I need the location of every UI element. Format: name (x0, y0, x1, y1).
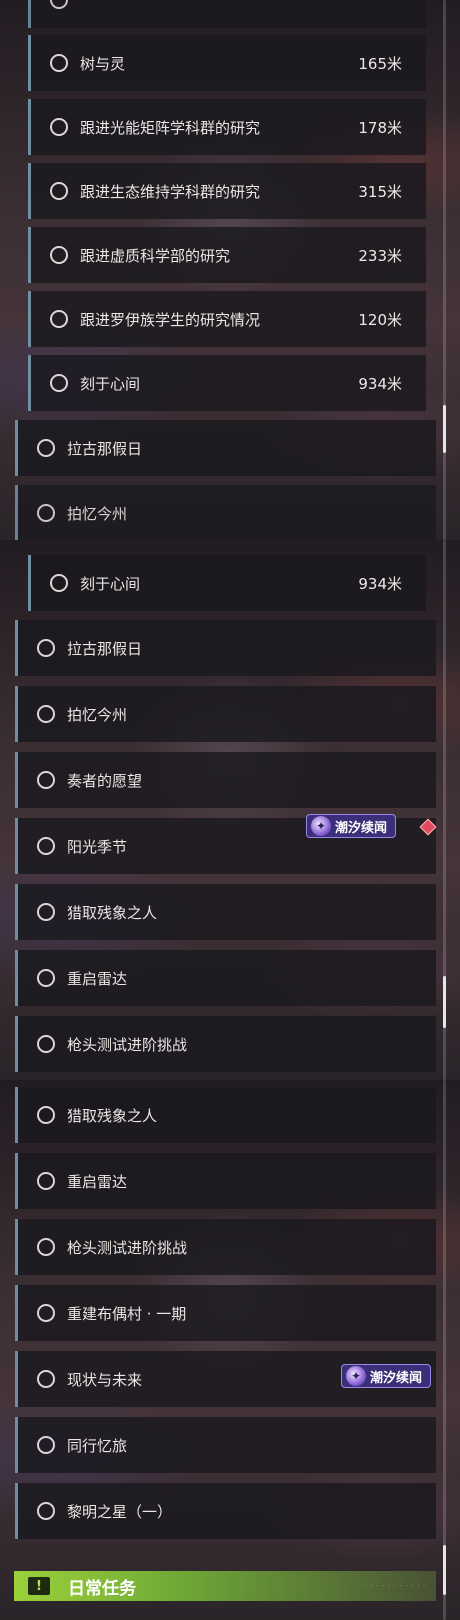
radio-circle-icon (37, 1035, 55, 1053)
radio-circle-icon (37, 639, 55, 657)
quest-row[interactable]: 拉古那假日 (15, 420, 436, 476)
scrollbar-track[interactable] (443, 540, 446, 1080)
quest-title: 拉古那假日 (67, 439, 143, 458)
quest-row[interactable]: 树与灵 165米 (28, 35, 426, 91)
radio-circle-icon (50, 246, 68, 264)
quest-title: 重启雷达 (67, 1172, 128, 1191)
quest-list-panel-2: 刻于心间 934米 拉古那假日 拍忆今州 奏者的愿望 阳光季节 猎取残象之人 重… (0, 540, 460, 1080)
radio-circle-icon (37, 1172, 55, 1190)
quest-title: 黎明之星（一） (67, 1502, 173, 1521)
tidal-event-icon: ✦ (346, 1366, 366, 1386)
radio-circle-icon (37, 969, 55, 987)
quest-title: 跟进光能矩阵学科群的研究 (80, 118, 261, 137)
quest-row[interactable]: 重启雷达 (15, 950, 436, 1006)
quest-title: 跟进罗伊族学生的研究情况 (80, 310, 261, 329)
event-badge-label: 潮汐续闻 (335, 820, 388, 836)
quest-row[interactable] (28, 0, 426, 28)
quest-title: 树与灵 (80, 54, 126, 73)
quest-distance: 233米 (358, 246, 402, 265)
quest-title: 猎取残象之人 (67, 1106, 158, 1125)
quest-row[interactable]: 刻于心间 934米 (28, 555, 426, 611)
quest-title: 拍忆今州 (67, 504, 128, 523)
quest-title: 跟进生态维持学科群的研究 (80, 182, 261, 201)
quest-title: 奏者的愿望 (67, 771, 143, 790)
quest-title: 枪头测试进阶挑战 (67, 1035, 188, 1054)
radio-circle-icon (37, 439, 55, 457)
radio-circle-icon (37, 1502, 55, 1520)
radio-circle-icon (50, 118, 68, 136)
radio-circle-icon (50, 0, 68, 9)
quest-distance: 120米 (358, 310, 402, 329)
quest-title: 刻于心间 (80, 374, 141, 393)
quest-distance: 934米 (358, 574, 402, 593)
event-badge-label: 潮汐续闻 (370, 1370, 423, 1386)
quest-distance: 178米 (358, 118, 402, 137)
quest-title: 重启雷达 (67, 969, 128, 988)
quest-title: 拍忆今州 (67, 705, 128, 724)
quest-row[interactable]: 枪头测试进阶挑战 (15, 1016, 436, 1072)
radio-circle-icon (37, 771, 55, 789)
radio-circle-icon (37, 1370, 55, 1388)
radio-circle-icon (50, 374, 68, 392)
event-badge[interactable]: ✦ 潮汐续闻 (306, 814, 397, 838)
quest-row[interactable]: 跟进罗伊族学生的研究情况 120米 (28, 291, 426, 347)
radio-circle-icon (37, 837, 55, 855)
scrollbar-thumb[interactable] (443, 405, 446, 453)
quest-distance: 934米 (358, 374, 402, 393)
radio-circle-icon (37, 903, 55, 921)
quest-title: 猎取残象之人 (67, 903, 158, 922)
quest-distance: 315米 (358, 182, 402, 201)
radio-circle-icon (50, 182, 68, 200)
quest-title: 阳光季节 (67, 837, 128, 856)
radio-circle-icon (50, 54, 68, 72)
quest-list-panel-1: 树与灵 165米 跟进光能矩阵学科群的研究 178米 跟进生态维持学科群的研究 … (0, 0, 460, 540)
quest-title: 重建布偶村 · 一期 (67, 1304, 187, 1323)
scrollbar-thumb[interactable] (443, 1545, 446, 1595)
radio-circle-icon (37, 1436, 55, 1454)
quest-row[interactable]: 刻于心间 934米 (28, 355, 426, 411)
quest-title: 跟进虚质科学部的研究 (80, 246, 231, 265)
quest-row[interactable]: 黎明之星（一） (15, 1483, 436, 1539)
tidal-event-icon: ✦ (311, 816, 331, 836)
quest-row[interactable]: 猎取残象之人 (15, 1087, 436, 1143)
decorative-pattern: · · · · · · · · · · · (364, 1582, 426, 1590)
daily-quests-title: 日常任务 (68, 1578, 136, 1599)
quest-row[interactable]: 拍忆今州 (15, 485, 436, 540)
radio-circle-icon (37, 705, 55, 723)
radio-circle-icon (37, 1304, 55, 1322)
quest-row[interactable]: 重建布偶村 · 一期 (15, 1285, 436, 1341)
scrollbar-track[interactable] (443, 0, 446, 540)
quest-distance: 165米 (358, 54, 402, 73)
quest-title: 刻于心间 (80, 574, 141, 593)
quest-row[interactable]: 枪头测试进阶挑战 (15, 1219, 436, 1275)
radio-circle-icon (50, 310, 68, 328)
scrollbar-thumb[interactable] (443, 976, 446, 1028)
quest-title: 拉古那假日 (67, 639, 143, 658)
radio-circle-icon (37, 504, 55, 522)
quest-row[interactable]: 同行忆旅 (15, 1417, 436, 1473)
event-badge[interactable]: ✦ 潮汐续闻 (341, 1364, 432, 1388)
quest-row[interactable]: 跟进光能矩阵学科群的研究 178米 (28, 99, 426, 155)
quest-list-panel-3: 猎取残象之人 重启雷达 枪头测试进阶挑战 重建布偶村 · 一期 现状与未来 同行… (0, 1080, 460, 1620)
quest-row[interactable]: 跟进生态维持学科群的研究 315米 (28, 163, 426, 219)
quest-row[interactable]: 猎取残象之人 (15, 884, 436, 940)
scrollbar-track[interactable] (443, 1080, 446, 1620)
quest-row[interactable]: 拍忆今州 (15, 686, 436, 742)
exclamation-icon: ! (28, 1577, 50, 1595)
quest-row[interactable]: 拉古那假日 (15, 620, 436, 676)
quest-row[interactable]: 跟进虚质科学部的研究 233米 (28, 227, 426, 283)
quest-title: 枪头测试进阶挑战 (67, 1238, 188, 1257)
quest-row[interactable]: 重启雷达 (15, 1153, 436, 1209)
radio-circle-icon (37, 1106, 55, 1124)
quest-title: 同行忆旅 (67, 1436, 128, 1455)
radio-circle-icon (37, 1238, 55, 1256)
radio-circle-icon (50, 574, 68, 592)
quest-row[interactable]: 奏者的愿望 (15, 752, 436, 808)
daily-quests-header[interactable]: ! 日常任务 · · · · · · · · · · · (14, 1571, 436, 1601)
